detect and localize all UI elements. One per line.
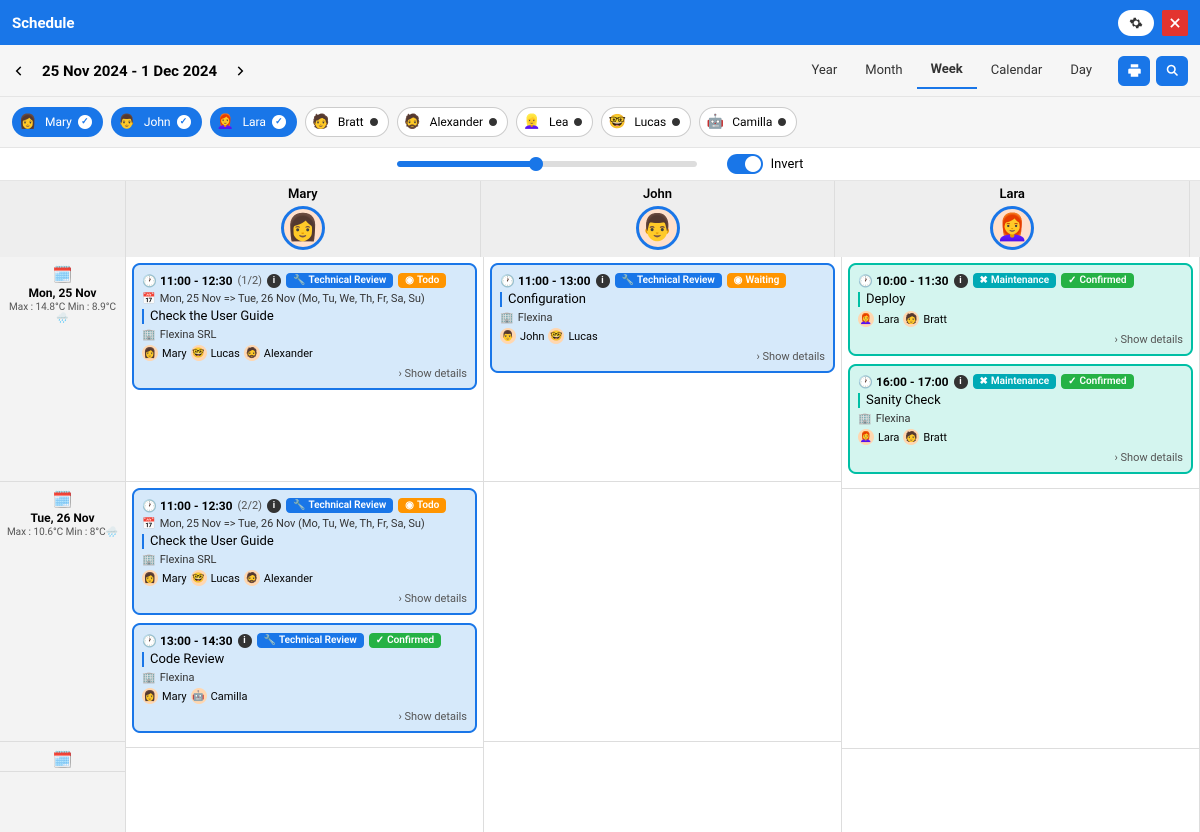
show-details-link[interactable]: › Show details (142, 710, 467, 723)
check-icon: ✓ (272, 115, 286, 129)
tab-calendar[interactable]: Calendar (977, 53, 1057, 88)
calendar-icon: 🗓️ (4, 490, 121, 509)
show-details-link[interactable]: › Show details (858, 333, 1183, 346)
info-icon[interactable]: i (267, 499, 281, 513)
info-icon[interactable]: i (954, 375, 968, 389)
tab-week[interactable]: Week (917, 52, 977, 89)
info-icon[interactable]: i (954, 274, 968, 288)
col-header-mary: Mary👩 (126, 181, 481, 257)
invert-toggle[interactable] (727, 154, 763, 174)
event-card[interactable]: 🕐 11:00 - 13:00 i 🔧 Technical Review ◉ W… (490, 263, 835, 373)
event-card[interactable]: 🕐 10:00 - 11:30 i ✖ Maintenance ✓ Confir… (848, 263, 1193, 356)
tab-month[interactable]: Month (851, 53, 916, 88)
date-range: 25 Nov 2024 - 1 Dec 2024 (42, 62, 217, 80)
app-title: Schedule (12, 14, 74, 32)
zoom-slider[interactable] (397, 161, 697, 167)
day-cell-mon: 🗓️ Mon, 25 Nov Max : 14.8°C Min : 8.9°C🌧… (0, 257, 125, 482)
chip-mary[interactable]: 👩Mary✓ (12, 107, 103, 137)
check-icon: ✓ (78, 115, 92, 129)
clock-icon: 🕐 11:00 - 12:30 (142, 274, 233, 288)
show-details-link[interactable]: › Show details (142, 367, 467, 380)
show-details-link[interactable]: › Show details (500, 350, 825, 363)
next-button[interactable] (233, 64, 247, 78)
event-card[interactable]: 🕐 11:00 - 12:30 (1/2) i 🔧 Technical Revi… (132, 263, 477, 390)
event-card[interactable]: 🕐 16:00 - 17:00 i ✖ Maintenance ✓ Confir… (848, 364, 1193, 474)
col-header-lara: Lara👩‍🦰 (835, 181, 1190, 257)
chip-lucas[interactable]: 🤓Lucas (601, 107, 691, 137)
schedule-grid: Mary👩 John👨 Lara👩‍🦰 🗓️ Mon, 25 Nov Max :… (0, 181, 1200, 832)
calendar-icon: 🗓️ (4, 750, 121, 769)
col-header-john: John👨 (481, 181, 836, 257)
prev-button[interactable] (12, 64, 26, 78)
invert-label: Invert (771, 157, 804, 172)
top-bar: Schedule (0, 0, 1200, 45)
category-badge: 🔧 Technical Review (286, 273, 393, 288)
info-icon[interactable]: i (238, 634, 252, 648)
recurrence: 📅 Mon, 25 Nov => Tue, 26 Nov (Mo, Tu, We… (142, 292, 467, 305)
tab-day[interactable]: Day (1056, 53, 1106, 88)
event-card[interactable]: 🕐 13:00 - 14:30 i 🔧 Technical Review ✓ C… (132, 623, 477, 733)
calendar-icon: 🗓️ (4, 265, 121, 284)
settings-button[interactable] (1118, 10, 1154, 36)
assignees: 👩Mary 🤓Lucas 🧔Alexander (142, 345, 467, 361)
check-icon: ✓ (177, 115, 191, 129)
people-filter: 👩Mary✓ 👨John✓ 👩‍🦰Lara✓ 🧑Bratt 🧔Alexander… (0, 97, 1200, 148)
search-button[interactable] (1156, 56, 1188, 86)
show-details-link[interactable]: › Show details (142, 592, 467, 605)
print-button[interactable] (1118, 56, 1150, 86)
day-cell-tue: 🗓️ Tue, 26 Nov Max : 10.6°C Min : 8°C🌧️ (0, 482, 125, 742)
info-icon[interactable]: i (596, 274, 610, 288)
toolbar: 25 Nov 2024 - 1 Dec 2024 Year Month Week… (0, 45, 1200, 97)
chip-alexander[interactable]: 🧔Alexander (397, 107, 508, 137)
zoom-row: Invert (0, 148, 1200, 181)
view-tabs: Year Month Week Calendar Day (797, 52, 1106, 89)
show-details-link[interactable]: › Show details (858, 451, 1183, 464)
chip-lara[interactable]: 👩‍🦰Lara✓ (210, 107, 297, 137)
org: 🏢 Flexina SRL (142, 328, 467, 341)
event-title: Check the User Guide (142, 309, 467, 324)
chip-john[interactable]: 👨John✓ (111, 107, 202, 137)
chip-camilla[interactable]: 🤖Camilla (699, 107, 797, 137)
close-button[interactable] (1162, 10, 1188, 36)
chip-bratt[interactable]: 🧑Bratt (305, 107, 389, 137)
info-icon[interactable]: i (267, 274, 281, 288)
tab-year[interactable]: Year (797, 53, 851, 88)
event-card[interactable]: 🕐 11:00 - 12:30 (2/2) i 🔧 Technical Revi… (132, 488, 477, 615)
chip-lea[interactable]: 👱‍♀️Lea (516, 107, 593, 137)
status-badge: ◉ Todo (398, 273, 446, 288)
